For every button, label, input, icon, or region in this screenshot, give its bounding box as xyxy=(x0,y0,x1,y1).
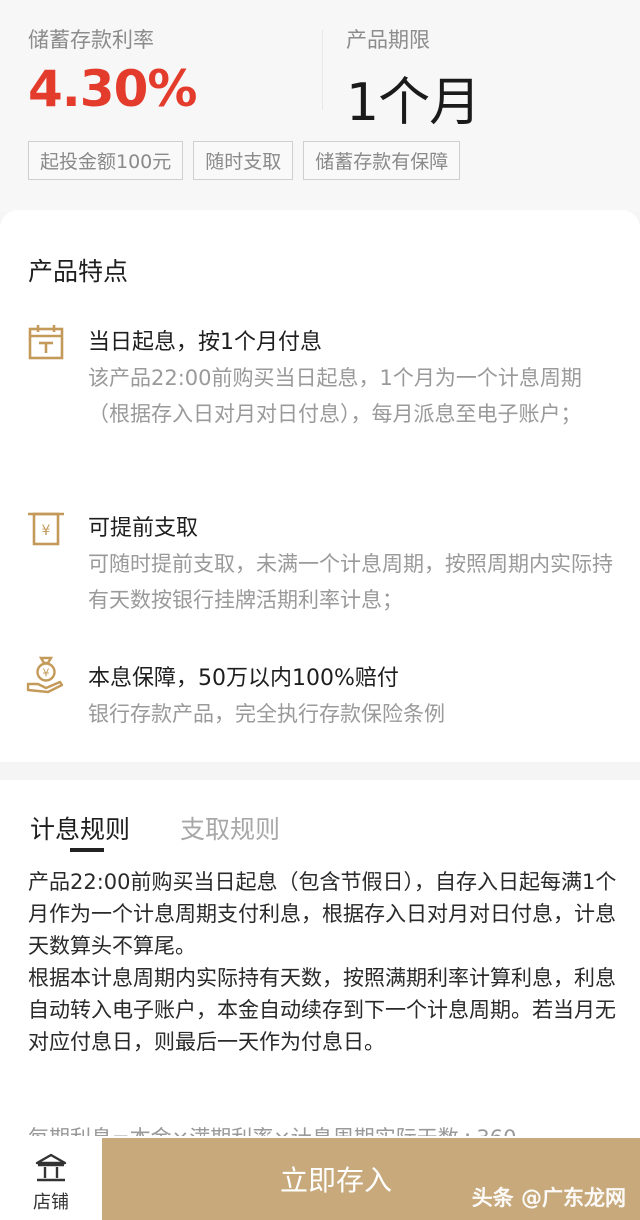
rate-block: 储蓄存款利率 4.30% xyxy=(28,24,197,118)
tab-interest-rules[interactable]: 计息规则 xyxy=(30,810,130,846)
bottom-bar: 店铺 立即存入 头条 @广东龙网 xyxy=(0,1138,640,1220)
feature-desc: 银行存款产品，完全执行存款保险条例 xyxy=(88,702,445,726)
feature-desc: 该产品22:00前购买当日起息，1个月为一个计息周期（根据存入日对月对日付息），… xyxy=(88,366,582,426)
bank-icon xyxy=(34,1152,68,1184)
tab-withdraw-rules[interactable]: 支取规则 xyxy=(180,810,280,846)
feature-desc: 可随时提前支取，未满一个计息周期，按照周期内实际持有天数按银行挂牌活期利率计息； xyxy=(88,552,613,612)
svg-text:¥: ¥ xyxy=(43,667,50,680)
feature-title: 本息保障，50万以内100%赔付 xyxy=(88,666,399,691)
tag-withdraw-anytime: 随时支取 xyxy=(193,141,294,180)
tag-list: 起投金额100元 随时支取 储蓄存款有保障 xyxy=(28,141,461,180)
rules-paragraph: 产品22:00前购买当日起息（包含节假日），自存入日起每满1个月作为一个计息周期… xyxy=(28,870,617,958)
active-tab-indicator xyxy=(70,848,104,852)
feature-title: 可提前支取 xyxy=(88,516,199,541)
tag-min-amount: 起投金额100元 xyxy=(28,141,184,180)
deposit-now-label: 立即存入 xyxy=(279,1164,392,1197)
calendar-icon xyxy=(26,322,66,362)
svg-text:¥: ¥ xyxy=(42,523,51,539)
term-block: 产品期限 1个月 xyxy=(346,24,481,135)
features-title: 产品特点 xyxy=(28,257,129,286)
tag-deposit-protected: 储蓄存款有保障 xyxy=(303,141,461,180)
summary-divider xyxy=(322,30,323,110)
shop-button[interactable]: 店铺 xyxy=(0,1138,102,1220)
rate-value: 4.30% xyxy=(28,60,197,118)
feature-title: 当日起息，按1个月付息 xyxy=(88,330,322,355)
watermark: 头条 @广东龙网 xyxy=(471,1186,626,1210)
term-label: 产品期限 xyxy=(346,28,430,52)
rules-paragraph-partial: 每期利息=本金×满期利率×计息周期实际天数÷360 xyxy=(28,1122,618,1136)
features-card: 产品特点 当日起息，按1个月付息 该产品22:00前购买当日起息，1个月为一个计… xyxy=(0,210,640,762)
term-value: 1个月 xyxy=(346,73,481,133)
shop-label: 店铺 xyxy=(33,1192,69,1213)
rate-label: 储蓄存款利率 xyxy=(28,28,154,52)
rules-section: 计息规则 支取规则 产品22:00前购买当日起息（包含节假日），自存入日起每满1… xyxy=(0,780,640,1140)
rules-content: 产品22:00前购买当日起息（包含节假日），自存入日起每满1个月作为一个计息周期… xyxy=(28,866,618,1058)
withdraw-icon: ¥ xyxy=(26,508,66,548)
rules-paragraph: 根据本计息周期内实际持有天数，按照满期利率计算利息，利息自动转入电子账户，本金自… xyxy=(28,966,616,1054)
product-summary: 储蓄存款利率 4.30% 产品期限 1个月 起投金额100元 随时支取 储蓄存款… xyxy=(0,0,640,212)
money-bag-hand-icon: ¥ xyxy=(26,654,66,694)
